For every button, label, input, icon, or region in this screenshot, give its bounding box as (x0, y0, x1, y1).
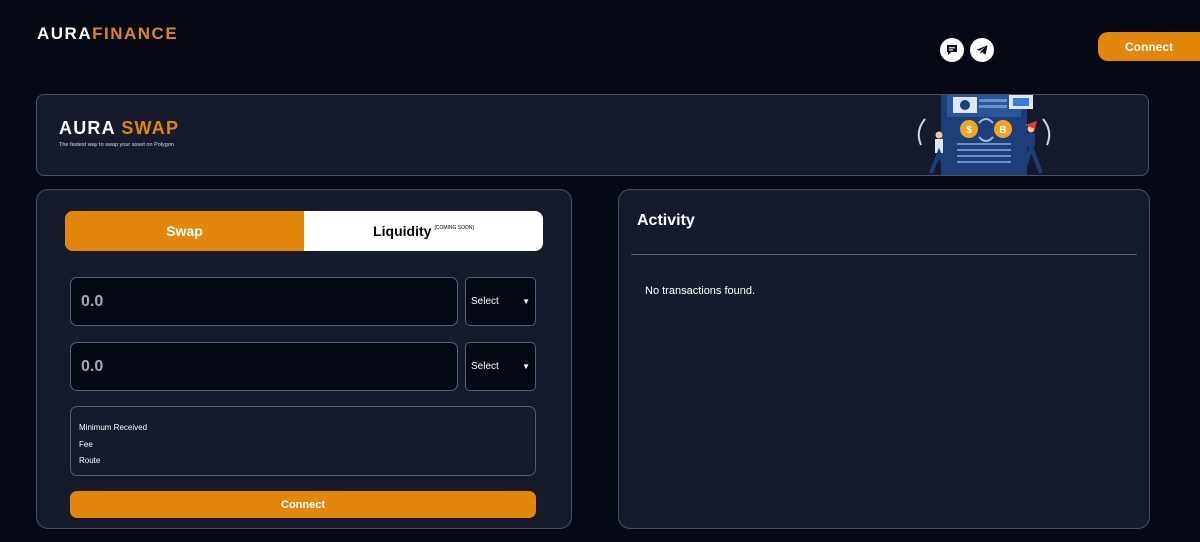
to-amount-input[interactable] (71, 343, 457, 390)
telegram-icon[interactable] (970, 38, 994, 62)
swap-illustration: $ B (917, 95, 1051, 175)
tab-liquidity[interactable]: Liquidity [COMING SOON] (304, 211, 543, 251)
logo-aura-text: AURA (37, 24, 93, 43)
to-amount-field (70, 342, 458, 391)
to-token-select-label: Select (471, 361, 499, 372)
coming-soon-badge: [COMING SOON] (434, 225, 474, 231)
swap-tabs: Swap Liquidity [COMING SOON] (65, 211, 543, 251)
tab-swap[interactable]: Swap (65, 211, 304, 251)
route-label: Route (79, 456, 101, 465)
banner-subtitle: The fastest way to swap your asset on Po… (59, 142, 174, 148)
activity-divider (631, 254, 1137, 255)
tab-liquidity-label: Liquidity (373, 223, 432, 239)
chevron-down-icon: ▼ (522, 362, 530, 371)
from-token-select-label: Select (471, 296, 499, 307)
swap-info-box: Minimum Received Fee Route (70, 406, 536, 476)
activity-title: Activity (637, 212, 695, 229)
swap-connect-button[interactable]: Connect (70, 491, 536, 518)
banner-title: AURA SWAP (59, 118, 180, 138)
to-token-select[interactable]: Select ▼ (465, 342, 536, 391)
activity-empty-message: No transactions found. (645, 285, 756, 297)
svg-text:$: $ (966, 125, 972, 136)
social-links (940, 38, 994, 62)
logo-finance-text: FINANCE (92, 24, 179, 43)
from-amount-input[interactable] (71, 278, 457, 325)
swap-panel: Swap Liquidity[COMING SOON] Select ▼ Sel… (36, 189, 572, 529)
fee-label: Fee (79, 439, 93, 449)
chat-icon[interactable] (940, 38, 964, 62)
activity-panel: Activity No transactions found. (618, 189, 1150, 529)
svg-text:B: B (999, 125, 1006, 136)
from-token-select[interactable]: Select ▼ (465, 277, 536, 326)
aura-swap-banner: AURA SWAP The fastest way to swap your a… (36, 94, 1149, 176)
from-amount-field (70, 277, 458, 326)
header-connect-button[interactable]: Connect (1098, 32, 1200, 61)
aura-finance-logo[interactable]: AURA FINANCE (37, 24, 178, 44)
chevron-down-icon: ▼ (522, 297, 530, 306)
minimum-received-label: Minimum Received (79, 423, 148, 432)
